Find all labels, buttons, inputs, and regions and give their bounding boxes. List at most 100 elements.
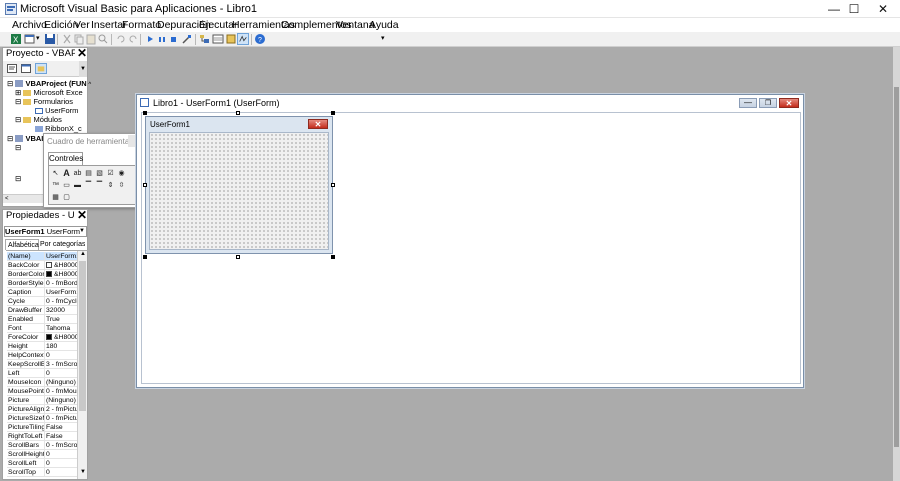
- property-row[interactable]: DrawBuffer 32000: [7, 306, 77, 315]
- commandbutton-control-icon[interactable]: ▬: [73, 181, 82, 190]
- property-row[interactable]: KeepScrollBa3 - fmScroll: [7, 360, 77, 369]
- property-value[interactable]: 0: [44, 450, 77, 458]
- reset-icon[interactable]: [168, 33, 180, 45]
- property-row[interactable]: Font Tahoma: [7, 324, 77, 333]
- userform-titlebar[interactable]: UserForm1 ✕: [146, 117, 332, 132]
- scrollbar-thumb[interactable]: [79, 261, 86, 411]
- multipage-control-icon[interactable]: ▔: [95, 181, 104, 190]
- property-value[interactable]: UserForm1: [44, 252, 77, 260]
- property-row[interactable]: Picture (Ninguno): [7, 396, 77, 405]
- property-value[interactable]: 180: [44, 342, 77, 350]
- pause-icon[interactable]: [156, 33, 168, 45]
- tree-item-collapsed-2[interactable]: ⊟: [15, 174, 21, 183]
- frame-control-icon[interactable]: ▭: [62, 181, 71, 190]
- pointer-icon[interactable]: ↖: [51, 169, 60, 178]
- run-icon[interactable]: [144, 33, 156, 45]
- listbox-control-icon[interactable]: ▧: [95, 169, 104, 178]
- scrollbar-thumb[interactable]: [894, 87, 899, 447]
- menu-ver[interactable]: Ver: [74, 19, 90, 31]
- property-row[interactable]: BackColor &H8000: [7, 261, 77, 270]
- property-value[interactable]: Tahoma: [44, 324, 77, 332]
- tree-item-userform[interactable]: UserForm: [35, 106, 78, 115]
- userform-close-button[interactable]: ✕: [308, 119, 328, 129]
- property-row[interactable]: MousePointer0 - fmMous: [7, 387, 77, 396]
- find-icon[interactable]: [97, 33, 109, 45]
- property-row[interactable]: HelpContextID0: [7, 351, 77, 360]
- resize-handle[interactable]: [331, 183, 335, 187]
- help-icon[interactable]: ?: [254, 33, 266, 45]
- tree-item-collapsed-1[interactable]: ⊟: [15, 143, 21, 152]
- userform-grid-canvas[interactable]: [149, 132, 329, 250]
- property-value[interactable]: UserForm1: [44, 288, 77, 296]
- property-value[interactable]: 0: [44, 369, 77, 377]
- spinbutton-control-icon[interactable]: ⇳: [117, 181, 126, 190]
- textbox-control-icon[interactable]: ab: [73, 169, 82, 178]
- property-value[interactable]: 0 - fmPictur: [44, 414, 77, 422]
- tree-item-ribbonx[interactable]: RibbonX_c: [35, 124, 82, 133]
- tab-por-categorias[interactable]: Por categorías: [39, 239, 85, 250]
- tab-controles[interactable]: Controles: [48, 152, 83, 165]
- close-properties-pane-icon[interactable]: ✕: [76, 209, 88, 222]
- designer-titlebar[interactable]: Libro1 - UserForm1 (UserForm) — ❐ ✕: [137, 95, 803, 112]
- property-value[interactable]: &H8000: [44, 261, 77, 269]
- toggle-folders-icon[interactable]: [35, 63, 47, 74]
- property-row[interactable]: Height 180: [7, 342, 77, 351]
- resize-handle[interactable]: [331, 255, 335, 259]
- property-row[interactable]: Caption UserForm1: [7, 288, 77, 297]
- properties-scrollbar[interactable]: ▲ ▼: [77, 251, 87, 479]
- insert-userform-icon[interactable]: [24, 33, 36, 45]
- menu-ayuda[interactable]: Ayuda: [369, 19, 399, 31]
- close-window-button[interactable]: ✕: [866, 0, 900, 18]
- property-row[interactable]: (Name) UserForm1: [7, 252, 77, 261]
- label-control-icon[interactable]: A: [62, 169, 71, 178]
- tree-item-modulos[interactable]: ⊟ Módulos: [15, 115, 62, 124]
- property-value[interactable]: True: [44, 315, 77, 323]
- tree-item-vbaproject-2[interactable]: ⊟ VBAI: [7, 134, 43, 143]
- tabstrip-control-icon[interactable]: ▔: [84, 181, 93, 190]
- project-scrollbar-top[interactable]: ▼: [79, 61, 87, 77]
- property-row[interactable]: ScrollLeft 0: [7, 459, 77, 468]
- property-row[interactable]: BorderStyle0 - fmBorde: [7, 279, 77, 288]
- view-code-icon[interactable]: [7, 64, 17, 73]
- checkbox-control-icon[interactable]: ☑: [106, 169, 115, 178]
- toolbox-icon[interactable]: [237, 33, 249, 45]
- combobox-control-icon[interactable]: ▤: [84, 169, 93, 178]
- userform1[interactable]: UserForm1 ✕: [145, 116, 333, 254]
- property-row[interactable]: RightToLeft False: [7, 432, 77, 441]
- property-value[interactable]: 0: [44, 351, 77, 359]
- resize-handle[interactable]: [236, 255, 240, 259]
- designer-restore-button[interactable]: ❐: [759, 98, 777, 108]
- property-value[interactable]: 0 - fmBorde: [44, 279, 77, 287]
- property-row[interactable]: ScrollHeight 0: [7, 450, 77, 459]
- menu-archivo[interactable]: Archivo: [12, 19, 47, 31]
- paste-icon[interactable]: [85, 33, 97, 45]
- property-value[interactable]: 32000: [44, 306, 77, 314]
- view-excel-icon[interactable]: X: [10, 33, 22, 45]
- property-row[interactable]: BorderColor &H8000: [7, 270, 77, 279]
- property-value[interactable]: (Ninguno): [44, 396, 77, 404]
- property-value[interactable]: False: [44, 423, 77, 431]
- property-row[interactable]: ForeColor &H8000: [7, 333, 77, 342]
- property-value[interactable]: (Ninguno): [44, 378, 77, 386]
- property-row[interactable]: Cycle 0 - fmCycle: [7, 297, 77, 306]
- property-row[interactable]: Left 0: [7, 369, 77, 378]
- property-row[interactable]: PictureSizeM0 - fmPictur: [7, 414, 77, 423]
- property-value[interactable]: 2 - fmPictur: [44, 405, 77, 413]
- resize-handle[interactable]: [143, 183, 147, 187]
- tree-item-excel-objects[interactable]: ⊞ Microsoft Exce: [15, 88, 83, 97]
- resize-handle[interactable]: [331, 111, 335, 115]
- redo-icon[interactable]: [127, 33, 139, 45]
- property-value[interactable]: &H8000: [44, 270, 77, 278]
- toolbox-titlebar[interactable]: Cuadro de herramientas: [44, 134, 138, 149]
- object-browser-icon[interactable]: [225, 33, 237, 45]
- refedit-control-icon[interactable]: ▢: [62, 193, 71, 202]
- properties-window-icon[interactable]: [212, 33, 224, 45]
- copy-icon[interactable]: [73, 33, 85, 45]
- property-row[interactable]: PictureAlignm2 - fmPictur: [7, 405, 77, 414]
- cut-icon[interactable]: [61, 33, 73, 45]
- tree-item-vbaproject[interactable]: ⊟ VBAProject (FUN ^: [7, 79, 91, 88]
- resize-handle[interactable]: [143, 111, 147, 115]
- project-explorer-icon[interactable]: [199, 33, 211, 45]
- property-row[interactable]: MouseIcon (Ninguno): [7, 378, 77, 387]
- save-icon[interactable]: [44, 33, 56, 45]
